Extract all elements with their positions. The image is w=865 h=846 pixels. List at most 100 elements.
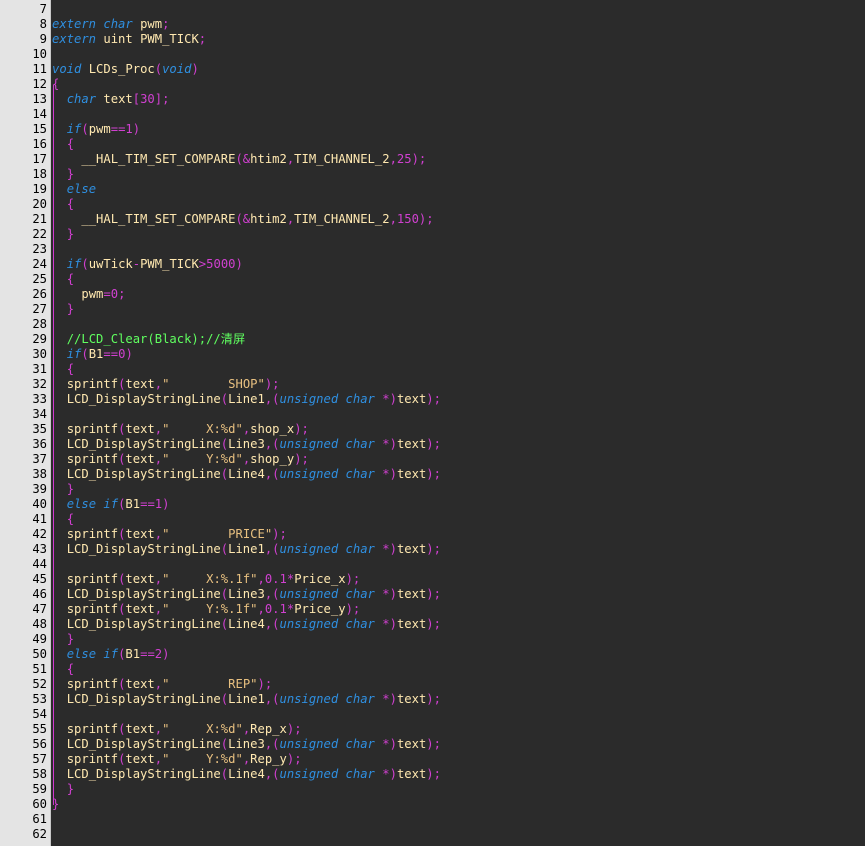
code-line[interactable]: 45 sprintf(text," X:%.1f",0.1*Price_x); — [0, 572, 865, 587]
code-token-op: { — [52, 77, 60, 91]
code-line[interactable]: 14 — [0, 107, 865, 122]
code-line[interactable]: 55 sprintf(text," X:%d",Rep_x); — [0, 722, 865, 737]
code-token-op: ]; — [154, 92, 170, 106]
code-line[interactable]: 59 } — [0, 782, 865, 797]
code-line[interactable]: 56 LCD_DisplayStringLine(Line3,(unsigned… — [0, 737, 865, 752]
code-token-op: , — [154, 527, 163, 541]
code-content: sprintf(text," X:%d",Rep_x); — [52, 722, 302, 737]
code-token-text: LCD_DisplayStringLine — [66, 617, 221, 631]
code-line[interactable]: 24 if(uwTick-PWM_TICK>5000) — [0, 257, 865, 272]
code-line[interactable]: 10 — [0, 47, 865, 62]
code-token-text: htim2 — [250, 152, 287, 166]
code-line[interactable]: 15 if(pwm==1) — [0, 122, 865, 137]
code-line[interactable]: 38 LCD_DisplayStringLine(Line4,(unsigned… — [0, 467, 865, 482]
code-token-op: == — [140, 647, 155, 661]
code-line[interactable]: 16 { — [0, 137, 865, 152]
code-line[interactable]: 35 sprintf(text," X:%d",shop_x); — [0, 422, 865, 437]
code-line[interactable]: 20 { — [0, 197, 865, 212]
code-line[interactable]: 48 LCD_DisplayStringLine(Line4,(unsigned… — [0, 617, 865, 632]
code-line[interactable]: 30 if(B1==0) — [0, 347, 865, 362]
code-line[interactable]: 37 sprintf(text," Y:%d",shop_y); — [0, 452, 865, 467]
code-token-ws — [52, 527, 67, 541]
code-line[interactable]: 57 sprintf(text," Y:%d",Rep_y); — [0, 752, 865, 767]
code-line[interactable]: 52 sprintf(text," REP"); — [0, 677, 865, 692]
code-line[interactable]: 19 else — [0, 182, 865, 197]
code-line[interactable]: 8 extern char pwm; — [0, 17, 865, 32]
code-token-ws — [52, 422, 67, 436]
code-line[interactable]: 36 LCD_DisplayStringLine(Line3,(unsigned… — [0, 437, 865, 452]
code-line[interactable]: 60} — [0, 797, 865, 812]
code-line[interactable]: 39 } — [0, 482, 865, 497]
code-token-op: ); — [257, 677, 273, 691]
code-token-kw: unsigned — [279, 587, 339, 601]
code-line[interactable]: 7 — [0, 2, 865, 17]
code-line[interactable]: 23 — [0, 242, 865, 257]
code-line[interactable]: 26 pwm=0; — [0, 287, 865, 302]
code-token-ws — [52, 257, 67, 271]
code-content: sprintf(text," X:%d",shop_x); — [52, 422, 309, 437]
code-text-area[interactable]: 7 8 extern char pwm; 9 extern uint PWM_TICK;… — [0, 0, 865, 846]
code-line[interactable]: 42 sprintf(text," PRICE"); — [0, 527, 865, 542]
code-line[interactable]: 9 extern uint PWM_TICK; — [0, 32, 865, 47]
code-line[interactable]: 32 sprintf(text," SHOP"); — [0, 377, 865, 392]
code-token-ws — [52, 377, 67, 391]
code-token-text: PWM_TICK — [140, 32, 199, 46]
code-token-kw: unsigned — [279, 542, 339, 556]
code-line[interactable]: 13 char text[30]; — [0, 92, 865, 107]
code-line[interactable]: 11 void LCDs_Proc(void) — [0, 62, 865, 77]
code-line[interactable]: 31 { — [0, 362, 865, 377]
code-line[interactable]: 47 sprintf(text," Y:%.1f",0.1*Price_y); — [0, 602, 865, 617]
code-token-op: ,( — [264, 542, 280, 556]
code-line[interactable]: 44 — [0, 557, 865, 572]
code-line[interactable]: 21 __HAL_TIM_SET_COMPARE(&htim2,TIM_CHAN… — [0, 212, 865, 227]
line-number: 38 — [32, 467, 47, 481]
code-line[interactable]: 18 } — [0, 167, 865, 182]
line-number: 13 — [32, 92, 47, 106]
code-line[interactable]: 41 { — [0, 512, 865, 527]
code-line[interactable]: 54 — [0, 707, 865, 722]
code-line[interactable]: 17 __HAL_TIM_SET_COMPARE(&htim2,TIM_CHAN… — [0, 152, 865, 167]
code-line[interactable]: 33 LCD_DisplayStringLine(Line1,(unsigned… — [0, 392, 865, 407]
code-token-ws — [52, 287, 81, 301]
code-token-text: shop_y — [250, 452, 295, 466]
code-line[interactable]: 43 LCD_DisplayStringLine(Line1,(unsigned… — [0, 542, 865, 557]
code-token-text: Rep_y — [250, 752, 287, 766]
code-token-op: *) — [382, 437, 397, 451]
code-line[interactable]: 58 LCD_DisplayStringLine(Line4,(unsigned… — [0, 767, 865, 782]
code-line[interactable]: 46 LCD_DisplayStringLine(Line3,(unsigned… — [0, 587, 865, 602]
code-line[interactable]: 25 { — [0, 272, 865, 287]
code-token-kw: unsigned — [279, 767, 339, 781]
code-token-text: LCD_DisplayStringLine — [66, 737, 221, 751]
code-content: LCD_DisplayStringLine(Line1,(unsigned ch… — [52, 392, 441, 407]
code-token-text: text — [396, 587, 427, 601]
code-token-ws — [52, 227, 67, 241]
code-line[interactable]: 28 — [0, 317, 865, 332]
code-line[interactable]: 27 } — [0, 302, 865, 317]
code-line[interactable]: 51 { — [0, 662, 865, 677]
code-token-op: , — [257, 602, 265, 616]
code-editor[interactable]: 7 8 extern char pwm; 9 extern uint PWM_TICK;… — [0, 0, 865, 846]
code-token-op: , — [154, 377, 163, 391]
code-token-ws — [52, 482, 67, 496]
code-token-op: } — [66, 302, 75, 316]
code-line[interactable]: 22 } — [0, 227, 865, 242]
code-line[interactable]: 50 else if(B1==2) — [0, 647, 865, 662]
code-token-text: LCD_DisplayStringLine — [66, 767, 221, 781]
code-line[interactable]: 53 LCD_DisplayStringLine(Line1,(unsigned… — [0, 692, 865, 707]
code-token-kw: char — [345, 692, 375, 706]
code-line[interactable]: 49 } — [0, 632, 865, 647]
code-token-op: ); — [294, 452, 309, 466]
code-token-text: LCD_DisplayStringLine — [66, 392, 221, 406]
code-token-op: ); — [411, 152, 427, 166]
code-line[interactable]: 62 — [0, 827, 865, 842]
code-token-text: LCDs_Proc — [88, 62, 155, 76]
line-number: 42 — [32, 527, 47, 541]
code-content: LCD_DisplayStringLine(Line3,(unsigned ch… — [52, 587, 441, 602]
code-content: if(uwTick-PWM_TICK>5000) — [52, 257, 243, 272]
code-line[interactable]: 61 — [0, 812, 865, 827]
code-line[interactable]: 12 { — [0, 77, 865, 92]
code-line[interactable]: 34 — [0, 407, 865, 422]
line-number: 53 — [32, 692, 47, 706]
code-line[interactable]: 29 //LCD_Clear(Black);//清屏 — [0, 332, 865, 347]
code-line[interactable]: 40 else if(B1==1) — [0, 497, 865, 512]
